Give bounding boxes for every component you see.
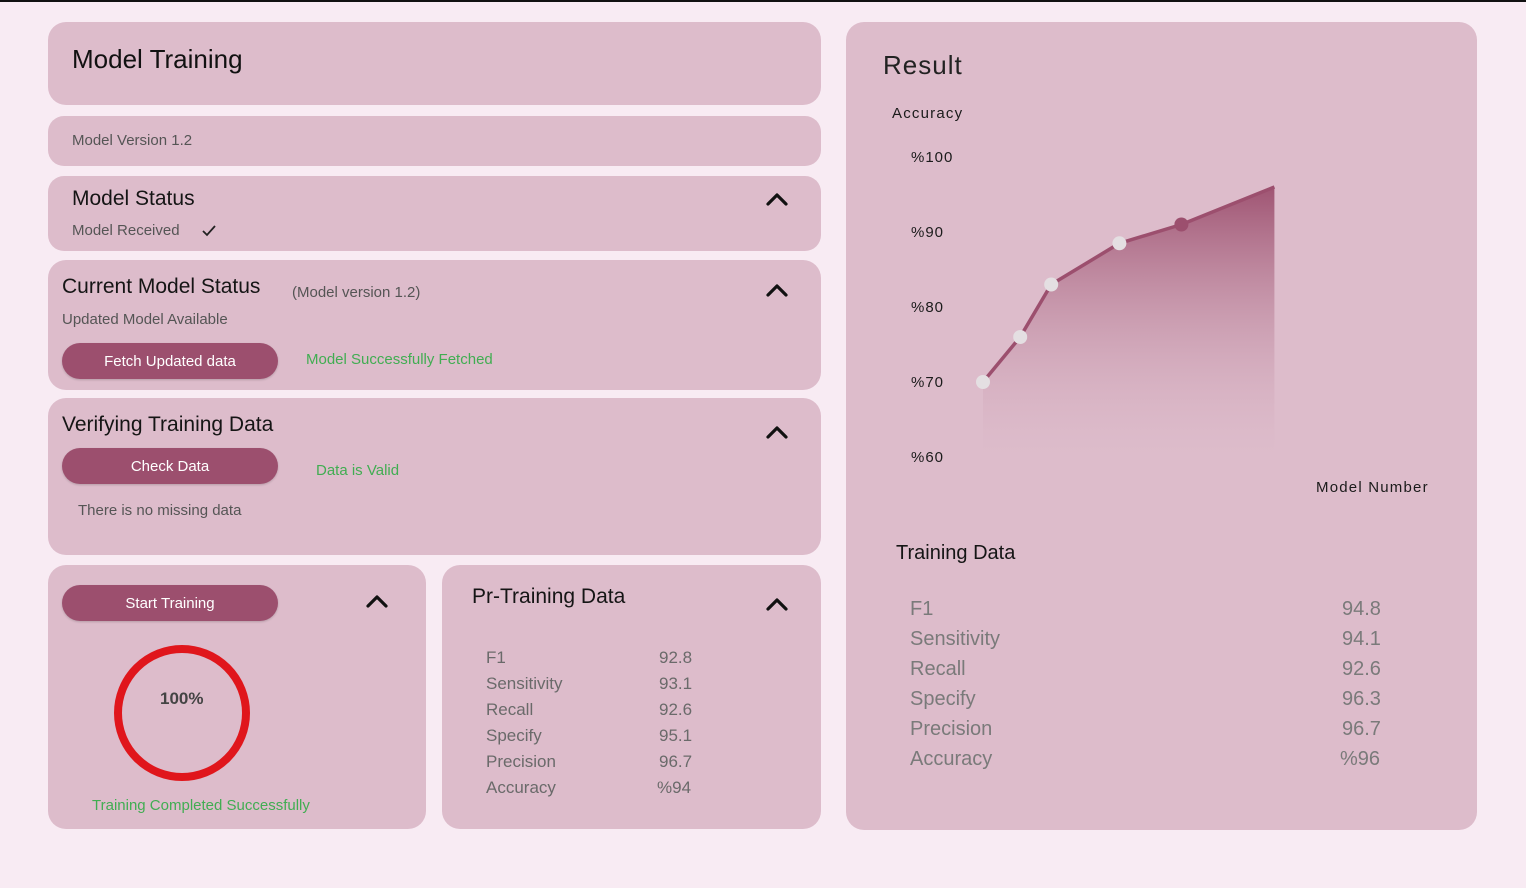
y-tick-label: %60 (911, 449, 944, 466)
metric-label: Recall (486, 700, 534, 719)
metric-value: %94 (657, 778, 692, 797)
fetch-result-text: Model Successfully Fetched (306, 351, 493, 368)
metric-value: 93.1 (659, 674, 693, 693)
metric-label: F1 (486, 648, 506, 667)
y-tick-label: %80 (911, 299, 944, 316)
metric-label: Sensitivity (910, 628, 1001, 650)
metric-label: Specify (910, 688, 976, 710)
metric-row: Accuracy %96 (910, 746, 1390, 776)
training-complete-text: Training Completed Successfully (92, 797, 310, 814)
metric-value: 92.8 (659, 648, 693, 667)
metric-value: 92.6 (1342, 658, 1381, 680)
current-status-title: Current Model Status (62, 275, 261, 298)
collapse-chevron-up-icon[interactable] (764, 595, 790, 613)
metric-label: Specify (486, 726, 542, 745)
header-card: Model Training (48, 22, 821, 105)
verify-result-text: Data is Valid (316, 462, 400, 479)
y-axis-label: Accuracy (892, 105, 963, 122)
metric-label: Precision (910, 718, 993, 740)
collapse-chevron-up-icon[interactable] (764, 423, 790, 441)
metric-row: Precision 96.7 (486, 751, 706, 777)
metric-value: 92.6 (659, 700, 693, 719)
metric-label: Accuracy (486, 778, 556, 797)
metric-value: 96.7 (659, 752, 693, 771)
verify-training-data-card: Verifying Training Data Check Data Data … (48, 398, 821, 555)
current-model-status-card: Current Model Status (Model version 1.2)… (48, 260, 821, 390)
chart-point (976, 375, 990, 389)
collapse-chevron-up-icon[interactable] (764, 190, 790, 208)
chart-point (1044, 277, 1059, 292)
metric-label: Precision (486, 752, 556, 771)
metric-row: F1 94.8 (910, 596, 1390, 626)
top-border (0, 0, 1526, 2)
chart-point (1112, 236, 1127, 251)
version-bar: Model Version 1.2 (48, 116, 821, 166)
metric-row: Recall 92.6 (486, 699, 706, 725)
model-status-title: Model Status (72, 187, 195, 210)
result-card: Result Accuracy Model Number %100 %90 %80%… (846, 22, 1477, 830)
metric-value: 94.8 (1342, 598, 1381, 620)
metric-value: 94.1 (1342, 628, 1381, 650)
start-training-button[interactable]: Start Training (62, 585, 278, 621)
training-card: Start Training 100% Training Completed S… (48, 565, 426, 829)
x-axis-label: Model Number (1316, 479, 1429, 496)
page-title: Model Training (72, 44, 243, 74)
metric-row: Specify 95.1 (486, 725, 706, 751)
metric-row: Specify 96.3 (910, 686, 1390, 716)
collapse-chevron-up-icon[interactable] (364, 592, 390, 610)
verify-title: Verifying Training Data (62, 413, 274, 436)
current-status-version-note: (Model version 1.2) (292, 284, 421, 301)
metric-row: Recall 92.6 (910, 656, 1390, 686)
pre-training-title: Pr-Training Data (472, 585, 626, 608)
check-data-button[interactable]: Check Data (62, 448, 278, 484)
y-tick-label: %90 (911, 224, 944, 241)
metric-row: Accuracy %94 (486, 777, 706, 803)
accuracy-area (983, 187, 1275, 457)
check-icon (202, 225, 216, 237)
chart-point (1174, 217, 1189, 232)
metric-label: Sensitivity (486, 674, 563, 693)
metric-label: Accuracy (910, 748, 993, 770)
y-tick-label: %70 (911, 374, 944, 391)
metric-row: F1 92.8 (486, 647, 706, 673)
metric-value: 96.3 (1342, 688, 1381, 710)
metric-row: Sensitivity 94.1 (910, 626, 1390, 656)
result-metrics-table: F1 94.8 Sensitivity 94.1 Recall 92.6 Spe… (910, 596, 1390, 776)
training-data-title: Training Data (896, 542, 1016, 564)
model-status-card: Model Status Model Received (48, 176, 821, 251)
y-tick-label: %100 (911, 149, 953, 166)
pre-training-metrics-table: F1 92.8 Sensitivity 93.1 Recall 92.6 Spe… (486, 647, 706, 803)
current-status-text: Updated Model Available (62, 311, 228, 328)
accuracy-chart: Accuracy Model Number %100 %90 %80 %70 %60 (892, 105, 1429, 496)
verify-note-text: There is no missing data (78, 502, 242, 519)
model-status-text: Model Received (72, 222, 180, 239)
metric-row: Precision 96.7 (910, 716, 1390, 746)
chart-point (1013, 330, 1028, 344)
metric-label: Recall (910, 658, 966, 680)
collapse-chevron-up-icon[interactable] (764, 281, 790, 299)
fetch-updated-data-button[interactable]: Fetch Updated data (62, 343, 278, 379)
training-progress-ring (114, 645, 250, 781)
y-tick-labels: %100 %90 %80 %70 %60 (911, 149, 953, 466)
metric-value: %96 (1340, 748, 1381, 770)
training-progress-text: 100% (160, 689, 204, 708)
metric-label: F1 (910, 598, 934, 620)
metric-value: 95.1 (659, 726, 693, 745)
metric-row: Sensitivity 93.1 (486, 673, 706, 699)
version-label: Model Version 1.2 (72, 132, 193, 149)
pre-training-data-card: Pr-Training Data F1 92.8 Sensitivity 93.… (442, 565, 821, 829)
metric-value: 96.7 (1342, 718, 1381, 740)
